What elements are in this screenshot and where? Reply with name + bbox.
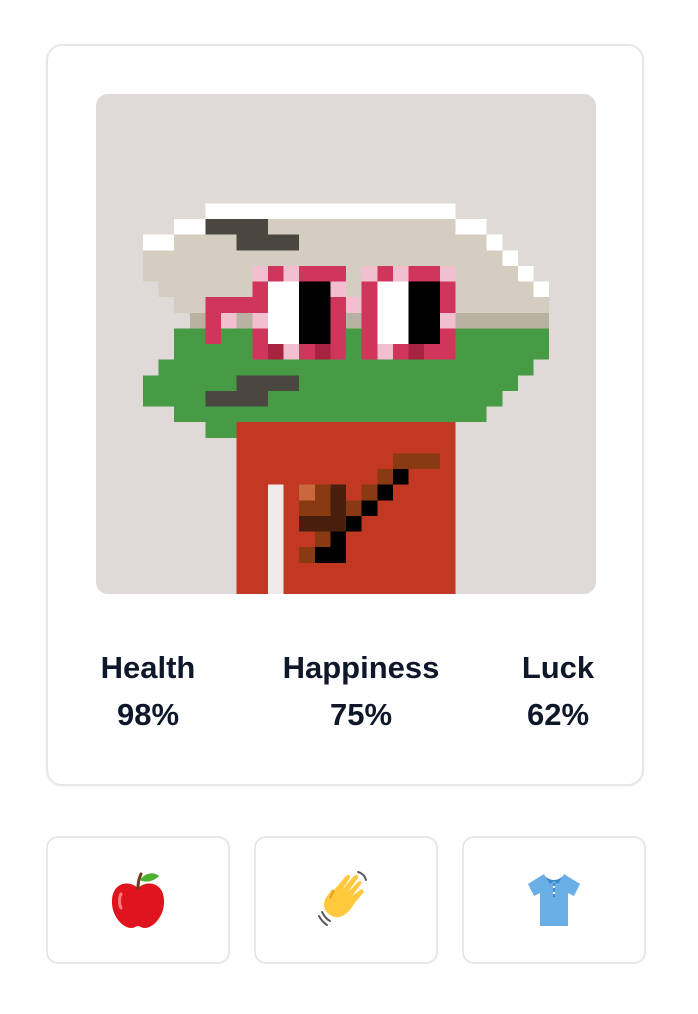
stat-happiness-value: 75% [329,697,393,732]
stat-luck-label: Luck [521,650,595,685]
pet-card: Health 98% Happiness 75% Luck 62% [46,44,644,786]
wave-button[interactable] [254,836,438,964]
stat-happiness-label: Happiness [282,650,440,685]
stat-health-label: Health [100,650,196,685]
stat-health-value: 98% [116,697,180,732]
feed-button[interactable] [46,836,230,964]
dress-button[interactable] [462,836,646,964]
stat-luck: Luck 62% [508,646,608,740]
shirt-icon [528,874,580,926]
pixel-frog-avatar-image [96,94,596,594]
apple-icon [111,872,165,928]
waving-hand-icon [318,871,367,926]
stat-health: Health 98% [86,646,210,740]
stat-luck-value: 62% [526,697,590,732]
pixel-avatar [96,94,596,594]
stat-happiness: Happiness 75% [266,646,456,740]
